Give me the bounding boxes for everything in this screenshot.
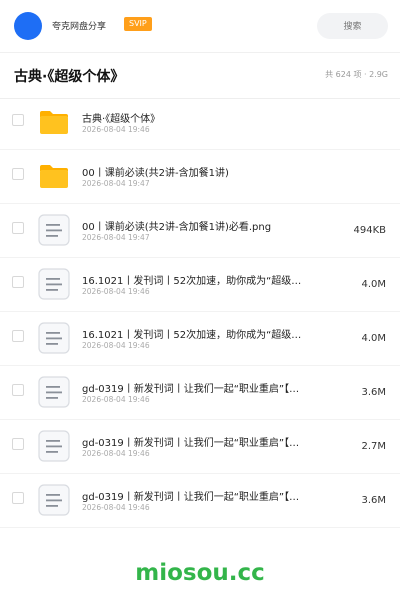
file-row[interactable]: gd-0319丨新发刊词丨让我们一起“职业重启”【… 2026-08-04 19… — [0, 473, 400, 528]
file-name: 古典·《超级个体》 — [82, 114, 161, 125]
document-icon — [38, 430, 70, 462]
row-checkbox[interactable] — [12, 330, 24, 342]
svip-badge: SVIP — [124, 17, 152, 31]
file-name: 00丨课前必读(共2讲-含加餐1讲)必看.png — [82, 222, 272, 233]
file-date: 2026-08-04 19:46 — [82, 125, 150, 134]
page-title: 古典·《超级个体》 — [14, 69, 125, 85]
file-name: gd-0319丨新发刊词丨让我们一起“职业重启”【… — [82, 492, 300, 503]
folder-icon — [40, 165, 68, 188]
file-size: 494KB — [353, 225, 386, 236]
file-date: 2026-08-04 19:47 — [82, 233, 150, 242]
file-name: gd-0319丨新发刊词丨让我们一起“职业重启”【… — [82, 438, 300, 449]
file-row[interactable]: 16.1021丨发刊词丨52次加速，助你成为“超级… 2026-08-04 19… — [0, 257, 400, 312]
file-size: 4.0M — [361, 333, 386, 344]
file-name: 16.1021丨发刊词丨52次加速，助你成为“超级… — [82, 330, 302, 341]
file-date: 2026-08-04 19:46 — [82, 503, 150, 512]
file-row[interactable]: 00丨课前必读(共2讲-含加餐1讲)必看.png 2026-08-04 19:4… — [0, 203, 400, 258]
file-row[interactable]: gd-0319丨新发刊词丨让我们一起“职业重启”【… 2026-08-04 19… — [0, 419, 400, 474]
document-icon — [38, 322, 70, 354]
folder-title-bar: 古典·《超级个体》 共 624 项 · 2.9G — [0, 52, 400, 99]
top-bar: 夸克网盘分享 SVIP — [0, 0, 400, 53]
file-date: 2026-08-04 19:47 — [82, 179, 150, 188]
file-row[interactable]: gd-0319丨新发刊词丨让我们一起“职业重启”【… 2026-08-04 19… — [0, 365, 400, 420]
avatar[interactable] — [14, 12, 42, 40]
row-checkbox[interactable] — [12, 384, 24, 396]
file-row[interactable]: 16.1021丨发刊词丨52次加速，助你成为“超级… 2026-08-04 19… — [0, 311, 400, 366]
row-checkbox[interactable] — [12, 114, 24, 126]
file-date: 2026-08-04 19:46 — [82, 449, 150, 458]
folder-icon — [40, 111, 68, 134]
file-size: 3.6M — [361, 387, 386, 398]
document-icon — [38, 214, 70, 246]
file-name: 16.1021丨发刊词丨52次加速，助你成为“超级… — [82, 276, 302, 287]
file-name: gd-0319丨新发刊词丨让我们一起“职业重启”【… — [82, 384, 300, 395]
row-checkbox[interactable] — [12, 168, 24, 180]
row-checkbox[interactable] — [12, 492, 24, 504]
file-date: 2026-08-04 19:46 — [82, 341, 150, 350]
file-size: 2.7M — [361, 441, 386, 452]
watermark: miosou.cc — [135, 560, 265, 586]
document-icon — [38, 484, 70, 516]
file-row[interactable]: 古典·《超级个体》 2026-08-04 19:46 — [0, 95, 400, 150]
file-size: 4.0M — [361, 279, 386, 290]
search-input[interactable] — [317, 13, 388, 39]
document-icon — [38, 268, 70, 300]
row-checkbox[interactable] — [12, 276, 24, 288]
file-row[interactable]: 00丨课前必读(共2讲-含加餐1讲) 2026-08-04 19:47 — [0, 149, 400, 204]
row-checkbox[interactable] — [12, 438, 24, 450]
document-icon — [38, 376, 70, 408]
file-size: 3.6M — [361, 495, 386, 506]
row-checkbox[interactable] — [12, 222, 24, 234]
file-name: 00丨课前必读(共2讲-含加餐1讲) — [82, 168, 229, 179]
file-date: 2026-08-04 19:46 — [82, 395, 150, 404]
username: 夸克网盘分享 — [52, 22, 107, 32]
file-date: 2026-08-04 19:46 — [82, 287, 150, 296]
folder-meta: 共 624 项 · 2.9G — [325, 70, 388, 79]
